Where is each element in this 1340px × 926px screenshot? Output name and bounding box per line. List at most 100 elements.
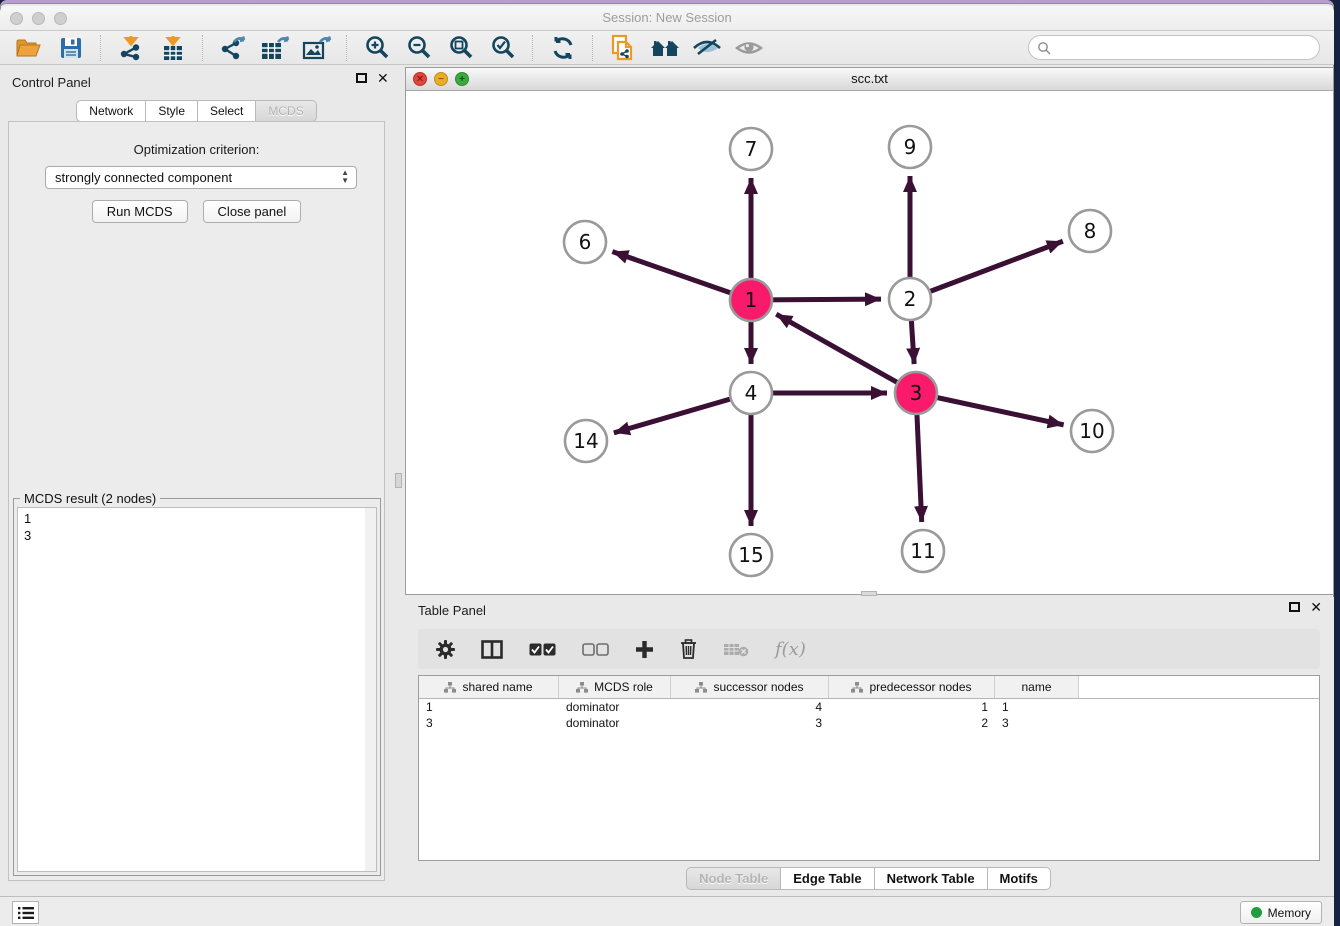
float-table-panel-icon[interactable]: [1289, 602, 1300, 612]
table-header-row: shared name MCDS role successor nodes pr…: [419, 676, 1319, 699]
close-panel-icon[interactable]: ✕: [377, 73, 389, 83]
copy-network-button[interactable]: [605, 33, 641, 63]
close-table-panel-icon[interactable]: ✕: [1310, 602, 1322, 612]
tab-network-table[interactable]: Network Table: [874, 867, 988, 890]
column-header-shared-name[interactable]: shared name: [419, 676, 559, 698]
graph-node-label: 1: [745, 288, 758, 312]
result-scrollbar[interactable]: [365, 508, 376, 871]
column-view-icon[interactable]: [481, 640, 503, 659]
add-column-icon[interactable]: [635, 640, 654, 659]
network-bottom-grip[interactable]: [861, 591, 877, 596]
zoom-selected-button[interactable]: [485, 33, 521, 63]
zoom-fit-button[interactable]: [443, 33, 479, 63]
table-panel: Table Panel ✕: [404, 597, 1334, 896]
control-panel-title: Control Panel: [12, 75, 91, 90]
divider-grip[interactable]: [395, 473, 402, 488]
export-network-button[interactable]: [215, 33, 251, 63]
control-panel-tabs: Network Style Select MCDS: [0, 100, 394, 122]
toolbar-separator: [592, 35, 594, 61]
delete-column-icon[interactable]: [680, 639, 697, 659]
delete-table-icon[interactable]: [723, 641, 749, 657]
task-history-button[interactable]: [12, 901, 39, 924]
zoom-in-button[interactable]: [359, 33, 395, 63]
zoom-out-button[interactable]: [401, 33, 437, 63]
column-header-predecessor-nodes[interactable]: predecessor nodes: [829, 676, 995, 698]
table-row[interactable]: 1 dominator 4 1 1: [419, 699, 1319, 715]
app-title: Session: New Session: [0, 10, 1334, 25]
tree-icon: [695, 682, 707, 693]
gear-icon[interactable]: [436, 640, 455, 659]
tree-icon: [851, 682, 863, 693]
export-table-button[interactable]: [257, 33, 293, 63]
list-icon: [18, 906, 34, 920]
memory-status-icon: [1251, 907, 1262, 918]
quick-search[interactable]: [1028, 35, 1320, 60]
column-label: MCDS role: [594, 680, 653, 694]
memory-button[interactable]: Memory: [1240, 901, 1322, 924]
network-view-window: ✕ − + scc.txt 7968124314101511: [405, 67, 1334, 595]
hide-selected-button[interactable]: [689, 33, 725, 63]
graph-node-label: 11: [910, 539, 935, 563]
deselect-all-checkboxes-icon[interactable]: [582, 643, 609, 656]
graph-edge-3-10[interactable]: [916, 393, 1064, 425]
save-floppy-icon: [60, 37, 82, 59]
run-mcds-button[interactable]: Run MCDS: [92, 200, 188, 223]
optimization-criterion-dropdown[interactable]: strongly connected component ▲▼: [45, 166, 357, 189]
table-row[interactable]: 3 dominator 3 2 3: [419, 715, 1319, 731]
select-all-checkboxes-icon[interactable]: [529, 643, 556, 656]
open-session-button[interactable]: [11, 33, 47, 63]
column-header-mcds-role[interactable]: MCDS role: [559, 676, 671, 698]
status-bar: Memory: [0, 896, 1334, 926]
show-selected-button[interactable]: [731, 33, 767, 63]
graph-edge-3-1[interactable]: [776, 314, 916, 393]
graph-edge-2-8[interactable]: [910, 241, 1063, 299]
tab-style[interactable]: Style: [145, 100, 198, 122]
cell-predecessor-nodes: 1: [829, 699, 995, 715]
save-session-button[interactable]: [53, 33, 89, 63]
import-table-button[interactable]: [155, 33, 191, 63]
export-image-button[interactable]: [299, 33, 335, 63]
network-graph[interactable]: 7968124314101511: [406, 91, 1333, 594]
zoom-fit-icon: [448, 35, 474, 61]
zoom-selected-icon: [490, 35, 516, 61]
zoom-out-icon: [406, 35, 432, 61]
graph-node-label: 6: [579, 230, 592, 254]
open-folder-icon: [16, 37, 42, 59]
search-icon: [1037, 41, 1051, 55]
cell-shared-name: 1: [419, 699, 559, 715]
float-panel-icon[interactable]: [356, 73, 367, 83]
mcds-result-box: MCDS result (2 nodes) 1 3: [13, 498, 381, 876]
tab-mcds[interactable]: MCDS: [255, 100, 316, 122]
copy-network-icon: [610, 34, 636, 62]
graph-node-label: 15: [738, 543, 763, 567]
zoom-in-icon: [364, 35, 390, 61]
import-network-button[interactable]: [113, 33, 149, 63]
mcds-result-text[interactable]: 1 3: [17, 507, 377, 872]
graph-node-label: 8: [1084, 219, 1097, 243]
tab-edge-table[interactable]: Edge Table: [780, 867, 874, 890]
dropdown-stepper-icon: ▲▼: [341, 169, 349, 185]
close-panel-button[interactable]: Close panel: [203, 200, 302, 223]
table-panel-title: Table Panel: [418, 603, 486, 618]
column-header-name[interactable]: name: [995, 676, 1079, 698]
export-image-icon: [302, 35, 332, 61]
import-table-icon: [161, 35, 185, 61]
cell-shared-name: 3: [419, 715, 559, 731]
quick-search-input[interactable]: [1051, 37, 1319, 59]
tree-icon: [576, 682, 588, 693]
node-table[interactable]: shared name MCDS role successor nodes pr…: [418, 675, 1320, 861]
refresh-layout-button[interactable]: [545, 33, 581, 63]
column-label: predecessor nodes: [869, 680, 971, 694]
cell-mcds-role: dominator: [559, 699, 671, 715]
show-all-networks-button[interactable]: [647, 33, 683, 63]
tab-select[interactable]: Select: [197, 100, 256, 122]
panel-divider[interactable]: [394, 65, 404, 896]
column-header-successor-nodes[interactable]: successor nodes: [671, 676, 829, 698]
app-titlebar: Session: New Session: [0, 6, 1334, 31]
network-window-titlebar[interactable]: ✕ − + scc.txt: [406, 68, 1333, 91]
tab-motifs[interactable]: Motifs: [987, 867, 1051, 890]
tab-network[interactable]: Network: [76, 100, 146, 122]
toolbar-separator: [100, 35, 102, 61]
tab-node-table[interactable]: Node Table: [686, 867, 781, 890]
function-builder-icon[interactable]: f(x): [775, 639, 806, 660]
